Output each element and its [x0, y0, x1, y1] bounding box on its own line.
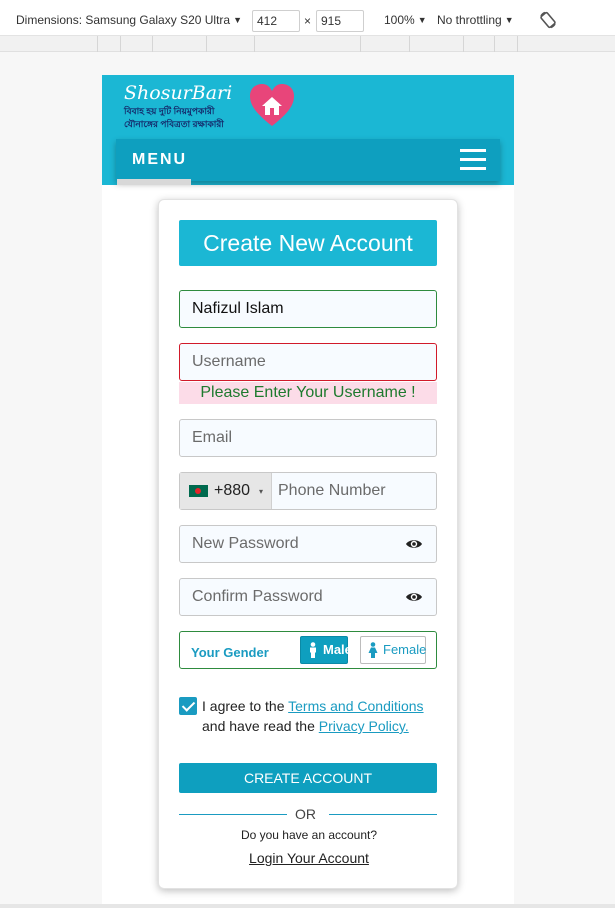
bottom-edge [0, 904, 615, 908]
chevron-down-icon: ▾ [259, 487, 264, 496]
username-field[interactable] [179, 343, 437, 381]
chevron-down-icon: ▼ [417, 15, 427, 25]
logo-title: ShosurBari [124, 82, 233, 104]
confirm-password-field[interactable] [179, 578, 437, 616]
terms-link[interactable]: Terms and Conditions [288, 698, 423, 714]
username-error-message: Please Enter Your Username ! [179, 382, 437, 404]
email-field[interactable] [179, 419, 437, 457]
agree-prefix-text: I agree to the [202, 698, 289, 714]
eye-icon[interactable] [405, 590, 423, 604]
agree-checkbox[interactable] [179, 697, 197, 715]
dial-code: +880 [214, 482, 251, 499]
eye-icon[interactable] [405, 537, 423, 551]
zoom-select[interactable]: 100% ▼ [384, 13, 427, 27]
new-password-field[interactable] [179, 525, 437, 563]
device-width-input[interactable]: 412 [252, 10, 300, 32]
gender-selector: Your Gender Male Female [179, 631, 437, 669]
gender-label: Your Gender [191, 645, 269, 660]
gender-male-label: Male [323, 642, 352, 657]
devtools-toolbar: Dimensions: Samsung Galaxy S20 Ultra ▼ 41… [0, 0, 615, 36]
bangladesh-flag-icon [189, 485, 208, 497]
media-query-ruler [0, 36, 615, 52]
login-link[interactable]: Login Your Account [159, 850, 459, 866]
menu-label: MENU [132, 151, 188, 168]
phone-field-group: +880 ▾ [179, 472, 437, 510]
times-separator: × [304, 14, 312, 28]
hamburger-menu-icon[interactable] [460, 149, 486, 171]
have-account-text: Do you have an account? [240, 828, 378, 842]
menu-active-indicator [117, 179, 191, 185]
throttling-label: No throttling [437, 13, 502, 27]
form-title: Create New Account [179, 220, 437, 266]
or-text: OR [295, 806, 316, 822]
site-logo[interactable]: ShosurBari বিবাহ হয় দুটি নিয়মুপকারী যৌ… [122, 80, 294, 132]
phone-number-field[interactable] [272, 473, 436, 509]
heart-home-icon [250, 84, 294, 126]
device-height-input[interactable]: 915 [316, 10, 364, 32]
gender-female-label: Female [383, 642, 427, 657]
menu-bar: MENU [116, 139, 500, 181]
throttling-select[interactable]: No throttling ▼ [437, 13, 514, 27]
gender-male-button[interactable]: Male [300, 636, 352, 664]
rotate-icon[interactable] [538, 10, 558, 30]
female-icon [368, 642, 378, 658]
logo-tagline-2: যৌনাঙ্গের পবিত্রতা রক্ষাকারী [124, 119, 224, 129]
chevron-down-icon: ▼ [233, 15, 243, 25]
zoom-label: 100% [384, 13, 415, 27]
country-code-select[interactable]: +880 ▾ [180, 473, 272, 509]
privacy-link[interactable]: Privacy Policy. [319, 718, 409, 734]
full-name-field[interactable] [179, 290, 437, 328]
confirm-password-group [179, 578, 437, 616]
create-account-card: Create New Account Please Enter Your Use… [158, 199, 458, 889]
site-header: ShosurBari বিবাহ হয় দুটি নিয়মুপকারী যৌ… [102, 75, 514, 185]
create-account-button[interactable]: CREATE ACCOUNT [179, 763, 437, 793]
new-password-group [179, 525, 437, 563]
device-dimensions-select[interactable]: Dimensions: Samsung Galaxy S20 Ultra ▼ [16, 13, 242, 27]
gender-female-button[interactable]: Female [360, 636, 426, 664]
or-divider: OR [179, 806, 437, 822]
agree-text: I agree to the Terms and Conditions and … [202, 696, 442, 736]
chevron-down-icon: ▼ [504, 15, 514, 25]
device-dimensions-label: Dimensions: Samsung Galaxy S20 Ultra [16, 13, 231, 27]
agree-middle-text: and have read the [202, 718, 319, 734]
male-icon [310, 642, 316, 658]
